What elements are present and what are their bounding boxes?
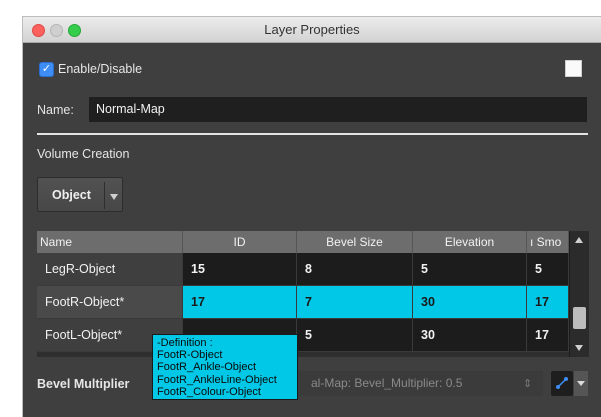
table-cell-elevation[interactable]: 5 bbox=[413, 253, 527, 286]
table-cell-smooth[interactable]: 5 bbox=[527, 253, 569, 286]
column-header-name[interactable]: Name bbox=[37, 231, 183, 253]
title-bar: Layer Properties bbox=[23, 17, 601, 43]
table-cell-smooth[interactable]: 17 bbox=[527, 319, 569, 352]
bevel-multiplier-label: Bevel Multiplier bbox=[37, 377, 130, 391]
name-field[interactable]: Normal-Map bbox=[89, 97, 587, 122]
table-cell-bevel[interactable]: 7 bbox=[297, 286, 413, 319]
tooltip-line: FootR_AnkleLine-Object bbox=[157, 373, 277, 386]
volume-dropdown[interactable]: Object bbox=[37, 177, 123, 212]
layer-properties-window: Layer Properties ✓ Enable/Disable Name: … bbox=[23, 17, 601, 417]
definition-tooltip: -Definition : FootR-Object FootR_Ankle-O… bbox=[152, 334, 298, 400]
volume-dropdown-value: Object bbox=[52, 188, 91, 202]
column-header-id[interactable]: ID bbox=[183, 231, 297, 253]
stepper-arrows-icon[interactable]: ⇕ bbox=[523, 377, 532, 390]
scroll-down-icon[interactable] bbox=[575, 345, 583, 351]
column-header-elevation[interactable]: Elevation bbox=[413, 231, 527, 253]
volume-table: Name ID Bevel Size Elevation ı Smo LegR-… bbox=[37, 231, 589, 357]
bevel-expression-field[interactable]: al-Map: Bevel_Multiplier: 0.5 bbox=[259, 371, 543, 396]
table-cell-id[interactable]: 17 bbox=[183, 286, 297, 319]
name-label: Name: bbox=[37, 103, 74, 117]
chevron-down-icon bbox=[110, 194, 118, 200]
table-cell-bevel[interactable]: 8 bbox=[297, 253, 413, 286]
scroll-thumb[interactable] bbox=[573, 307, 586, 329]
function-curve-icon bbox=[556, 377, 568, 389]
tooltip-line: FootR-Object bbox=[157, 349, 223, 362]
tooltip-line: FootR_Colour-Object bbox=[157, 385, 261, 398]
enable-label: Enable/Disable bbox=[58, 62, 143, 76]
column-header-smooth[interactable]: ı Smo bbox=[527, 231, 569, 253]
color-swatch[interactable] bbox=[565, 60, 582, 77]
window-title: Layer Properties bbox=[264, 22, 360, 37]
table-cell-id[interactable]: 15 bbox=[183, 253, 297, 286]
table-cell-elevation[interactable]: 30 bbox=[413, 319, 527, 352]
divider bbox=[37, 133, 588, 135]
table-cell-elevation[interactable]: 30 bbox=[413, 286, 527, 319]
column-header-bevel-size[interactable]: Bevel Size bbox=[297, 231, 413, 253]
enable-checkbox[interactable]: ✓ bbox=[39, 62, 54, 77]
table-scrollbar[interactable] bbox=[569, 231, 589, 357]
tooltip-line: FootR_Ankle-Object bbox=[157, 361, 257, 374]
dropdown-separator bbox=[104, 182, 105, 209]
function-curve-button[interactable] bbox=[551, 371, 573, 396]
tooltip-line: -Definition : bbox=[157, 337, 213, 349]
volume-creation-label: Volume Creation bbox=[37, 147, 130, 161]
scroll-up-icon[interactable] bbox=[575, 237, 583, 243]
table-cell-smooth[interactable]: 17 bbox=[527, 286, 569, 319]
table-cell-bevel[interactable]: 5 bbox=[297, 319, 413, 352]
table-row-name-selected[interactable]: FootR-Object* bbox=[37, 286, 183, 319]
table-row-name[interactable]: LegR-Object bbox=[37, 253, 183, 286]
function-menu-button[interactable] bbox=[574, 371, 588, 396]
chevron-down-icon bbox=[577, 381, 585, 386]
